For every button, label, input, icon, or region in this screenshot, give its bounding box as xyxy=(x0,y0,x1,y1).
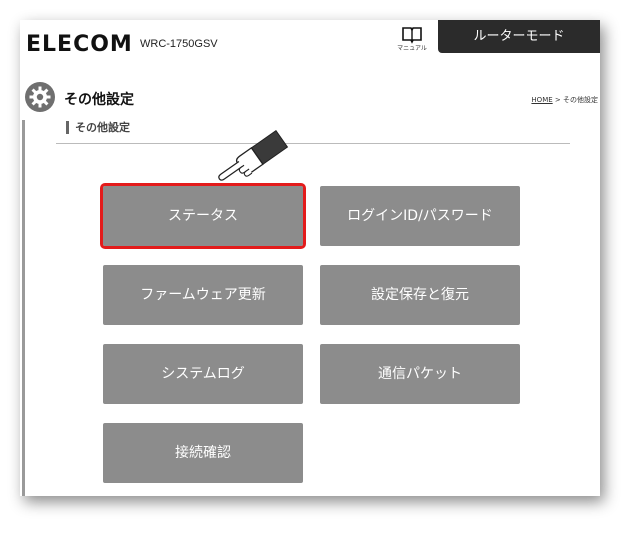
pointing-hand-icon xyxy=(218,130,289,181)
settings-backup-restore-button[interactable]: 設定保存と復元 xyxy=(320,265,520,325)
section-divider xyxy=(56,143,570,144)
firmware-update-button[interactable]: ファームウェア更新 xyxy=(103,265,303,325)
manual-link[interactable]: マニュアル xyxy=(392,26,432,52)
settings-gear-icon xyxy=(25,82,55,112)
system-log-button[interactable]: システムログ xyxy=(103,344,303,404)
login-id-password-button[interactable]: ログインID/パスワード xyxy=(320,186,520,246)
breadcrumb-separator: > xyxy=(552,96,563,104)
brand-logo: ELECOM xyxy=(26,32,133,57)
content-left-border xyxy=(22,120,25,496)
breadcrumb: HOME > その他設定 xyxy=(531,95,598,105)
breadcrumb-home-link[interactable]: HOME xyxy=(531,96,552,104)
manual-label: マニュアル xyxy=(397,45,427,52)
status-button[interactable]: ステータス xyxy=(100,183,306,249)
section-heading: その他設定 xyxy=(66,121,130,134)
packet-capture-button[interactable]: 通信パケット xyxy=(320,344,520,404)
breadcrumb-current: その他設定 xyxy=(563,96,598,104)
model-name: WRC-1750GSV xyxy=(140,38,218,50)
page-title: その他設定 xyxy=(64,92,134,108)
router-mode-tab[interactable]: ルーターモード xyxy=(438,20,600,53)
book-icon xyxy=(402,27,422,44)
connection-check-button[interactable]: 接続確認 xyxy=(103,423,303,483)
router-settings-window: ELECOM WRC-1750GSV マニュアル ルーターモード その他設定 H… xyxy=(20,20,600,496)
